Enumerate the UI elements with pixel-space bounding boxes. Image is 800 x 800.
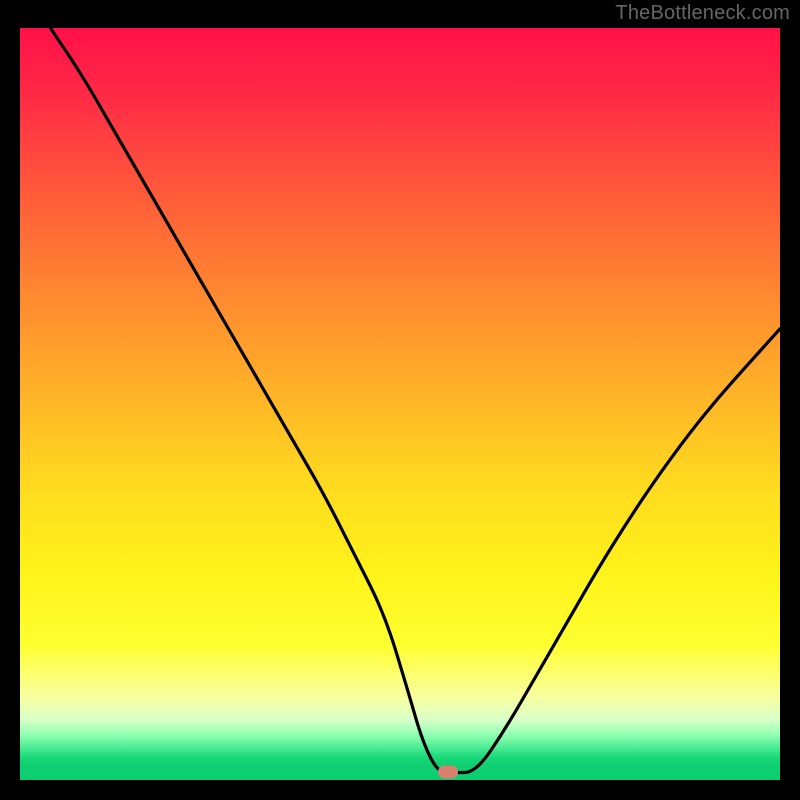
plot-area [20,28,780,780]
bottleneck-curve-path [50,28,780,773]
watermark-text: TheBottleneck.com [615,2,790,25]
curve-svg [20,28,780,780]
chart-frame: TheBottleneck.com [0,0,800,800]
minimum-marker [438,766,458,779]
